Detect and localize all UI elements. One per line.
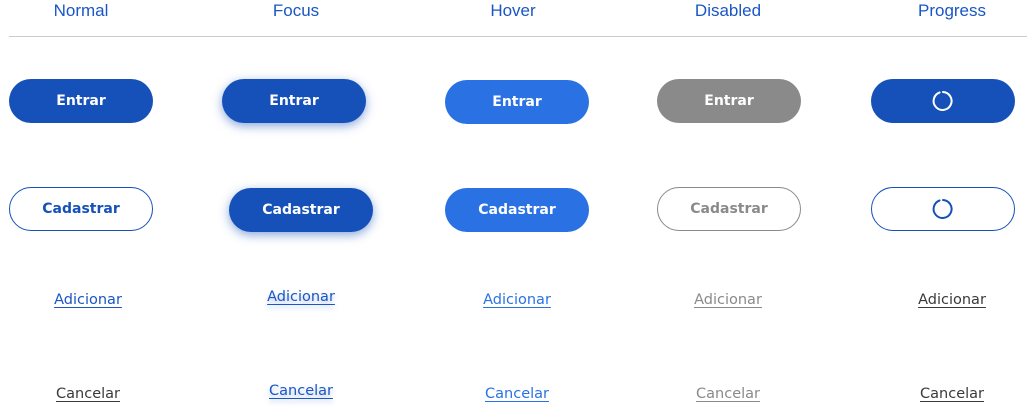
cancelar-link-focus[interactable]: Cancelar	[269, 381, 333, 401]
adicionar-link-disabled: Adicionar	[694, 292, 762, 308]
entrar-button-hover-label: Entrar	[492, 94, 542, 110]
cadastrar-button-hover-label: Cadastrar	[478, 202, 556, 218]
entrar-button-hover[interactable]: Entrar	[445, 80, 589, 124]
cadastrar-button-disabled-label: Cadastrar	[690, 201, 768, 217]
entrar-button-normal[interactable]: Entrar	[9, 79, 153, 123]
header-divider	[9, 36, 1027, 37]
adicionar-link-hover[interactable]: Adicionar	[483, 290, 551, 310]
header-disabled: Disabled	[694, 1, 762, 20]
cadastrar-button-hover[interactable]: Cadastrar	[445, 188, 589, 232]
cadastrar-button-disabled: Cadastrar	[657, 187, 801, 231]
adicionar-link-normal[interactable]: Adicionar	[54, 290, 122, 310]
cancelar-link-normal[interactable]: Cancelar	[56, 384, 120, 404]
cadastrar-button-focus[interactable]: Cadastrar	[229, 188, 373, 232]
header-normal: Normal	[53, 1, 109, 20]
cadastrar-button-normal[interactable]: Cadastrar	[9, 187, 153, 231]
entrar-button-focus[interactable]: Entrar	[222, 79, 366, 123]
adicionar-link-focus[interactable]: Adicionar	[267, 287, 335, 307]
spinner-icon	[932, 91, 953, 111]
spinner-icon	[932, 199, 953, 219]
adicionar-link-progress[interactable]: Adicionar	[918, 290, 986, 310]
header-hover: Hover	[490, 1, 536, 20]
entrar-button-disabled-label: Entrar	[704, 93, 754, 109]
entrar-button-normal-label: Entrar	[56, 93, 106, 109]
entrar-button-focus-label: Entrar	[269, 93, 319, 109]
entrar-button-disabled: Entrar	[657, 79, 801, 123]
cadastrar-button-focus-label: Cadastrar	[262, 202, 340, 218]
cancelar-link-progress[interactable]: Cancelar	[920, 384, 984, 404]
entrar-button-progress[interactable]	[871, 79, 1015, 123]
header-progress: Progress	[917, 1, 987, 20]
cancelar-link-hover[interactable]: Cancelar	[485, 384, 549, 404]
cadastrar-button-normal-label: Cadastrar	[42, 201, 120, 217]
cadastrar-button-progress[interactable]	[871, 187, 1015, 231]
cancelar-link-disabled: Cancelar	[696, 386, 760, 402]
header-focus: Focus	[272, 1, 320, 20]
